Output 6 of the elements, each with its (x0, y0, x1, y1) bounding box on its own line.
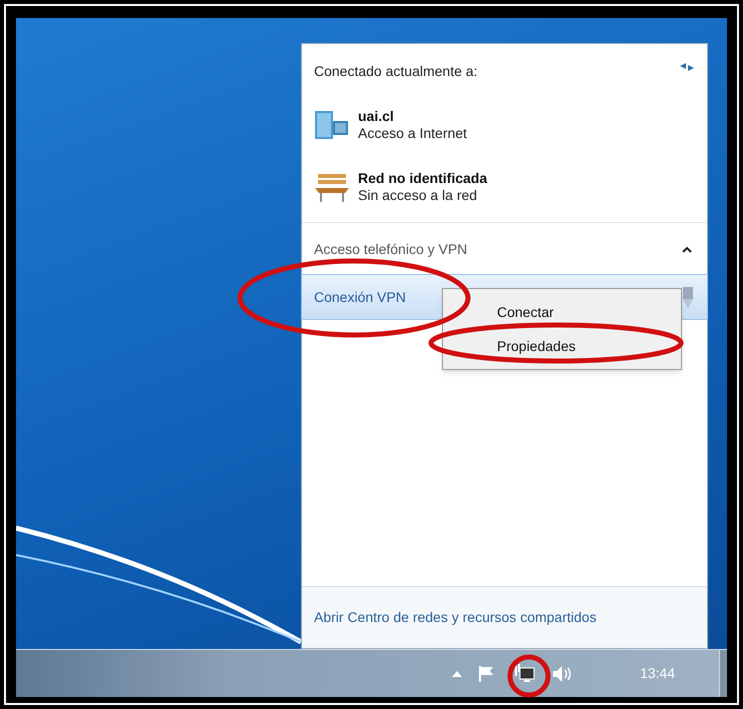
flyout-header: Conectado actualmente a: (314, 62, 478, 81)
network-status: Acceso a Internet (358, 125, 467, 142)
network-name: Red no identificada (358, 170, 488, 187)
network-name: uai.cl (358, 108, 395, 125)
section-title: Acceso telefónico y VPN (314, 240, 468, 259)
network-status: Sin acceso a la red (358, 187, 478, 204)
